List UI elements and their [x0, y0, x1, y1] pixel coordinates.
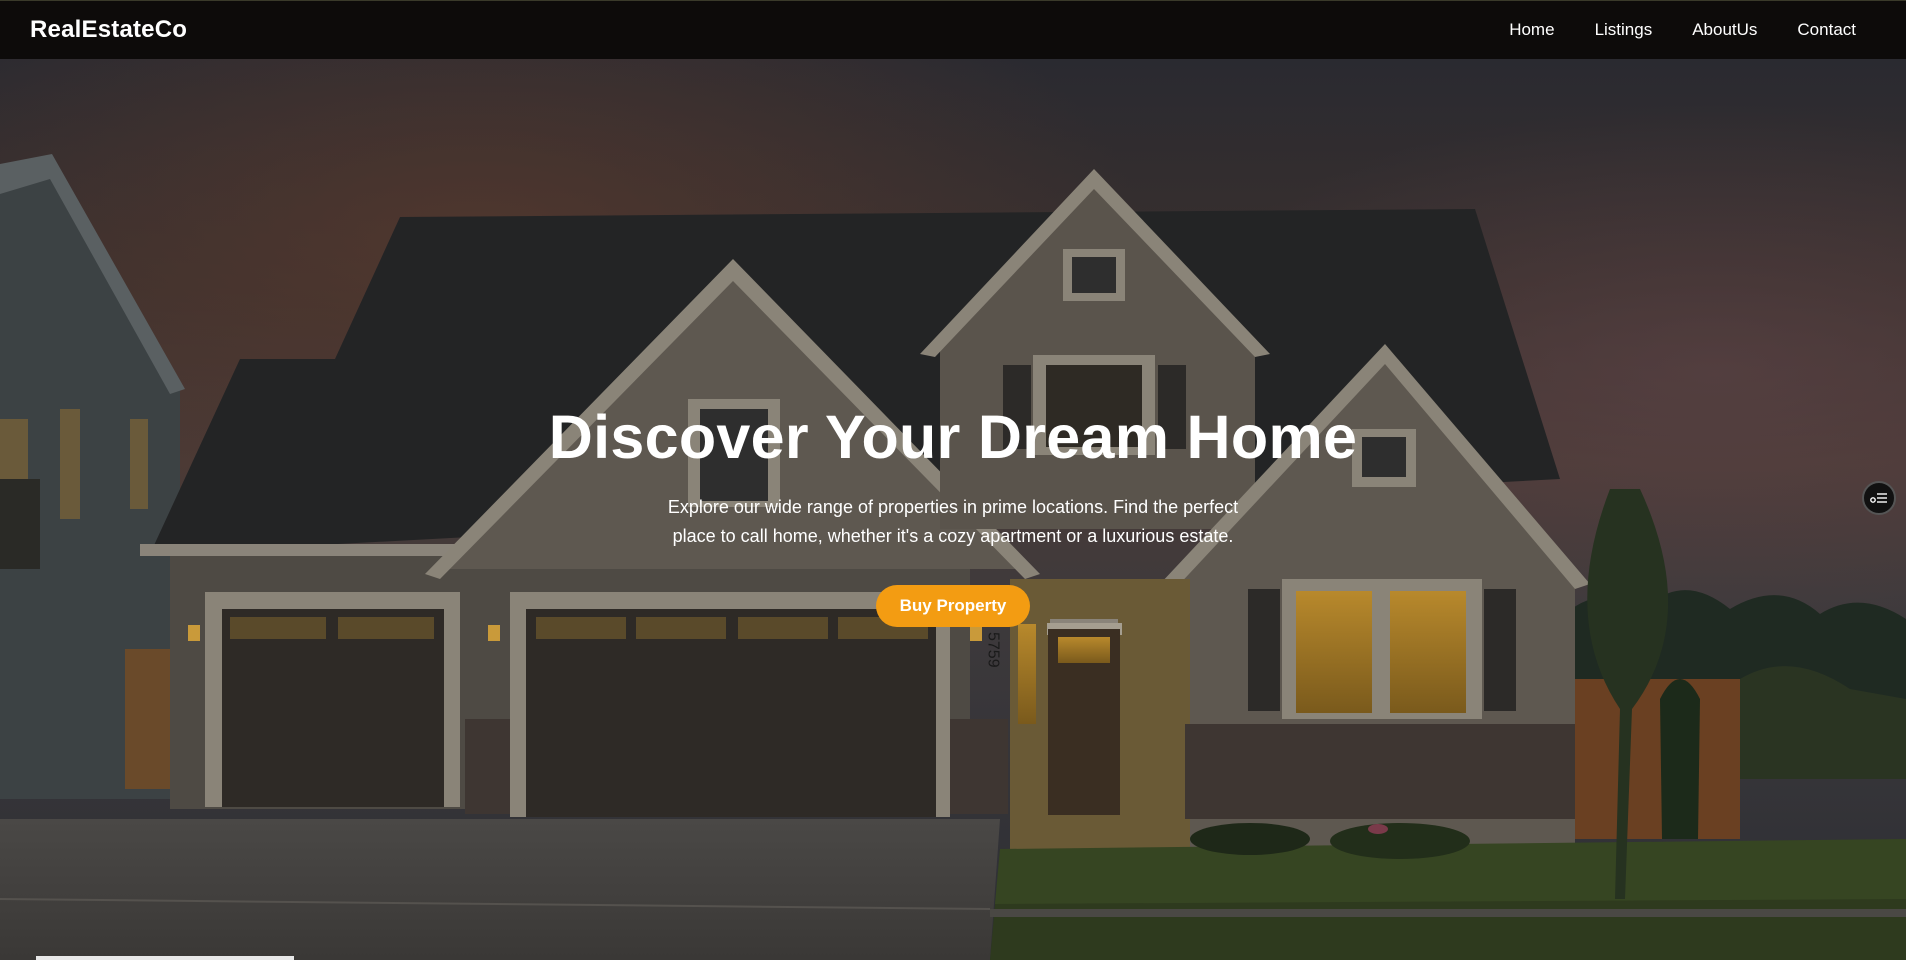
nav-link-listings[interactable]: Listings: [1595, 20, 1653, 40]
house-number: 5759: [985, 632, 1002, 668]
horizontal-scrollbar[interactable]: [36, 956, 294, 960]
nav-link-contact[interactable]: Contact: [1797, 20, 1856, 40]
hero-title: Discover Your Dream Home: [548, 403, 1358, 471]
hero-content: Discover Your Dream Home Explore our wid…: [0, 403, 1906, 628]
brand-logo[interactable]: RealEstateCo: [30, 16, 187, 44]
accessibility-menu-button[interactable]: [1862, 481, 1896, 515]
nav-link-about-us[interactable]: AboutUs: [1692, 20, 1757, 40]
nav-links: Home Listings AboutUs Contact: [1509, 20, 1856, 40]
accessibility-menu-icon: [1870, 493, 1887, 503]
hero-section: 5759 Discover Your Dream Home Explore ou…: [0, 59, 1906, 960]
navbar: RealEstateCo Home Listings AboutUs Conta…: [0, 0, 1906, 59]
nav-link-home[interactable]: Home: [1509, 20, 1554, 40]
hero-subtitle: Explore our wide range of properties in …: [667, 497, 1239, 547]
buy-property-button[interactable]: Buy Property: [875, 585, 1031, 628]
